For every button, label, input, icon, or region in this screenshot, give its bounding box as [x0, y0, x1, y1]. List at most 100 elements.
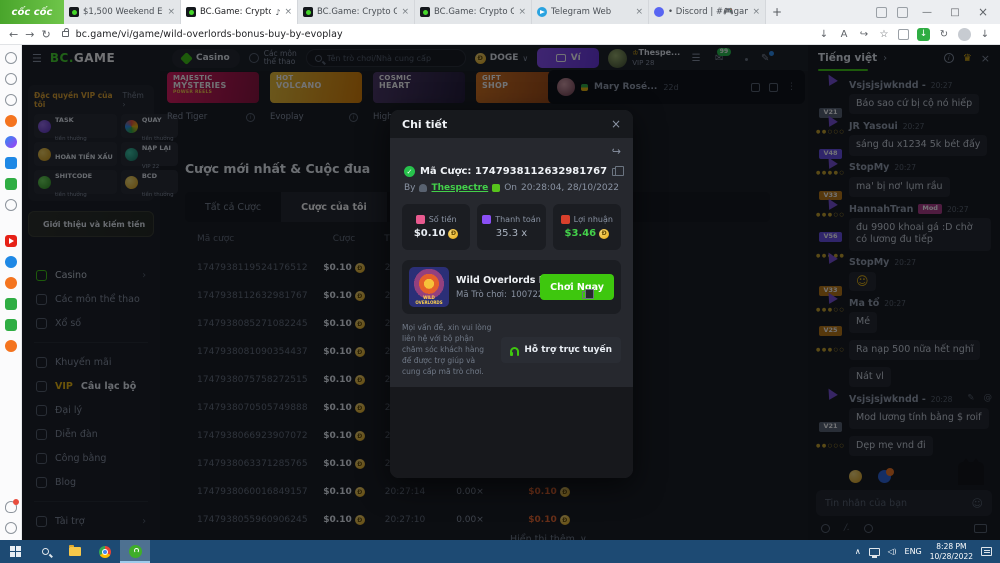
screen: cốc cốc $1,500 Weekend Evoplay Mu × BC.G… [0, 0, 1000, 563]
live-support-button[interactable]: Hỗ trợ trực tuyến [501, 337, 621, 363]
back-icon[interactable]: ← [9, 28, 18, 41]
settings-icon[interactable] [5, 52, 17, 64]
action-center-icon[interactable] [981, 547, 992, 556]
minimize-button[interactable]: — [918, 7, 936, 18]
page-viewport: ☰ BC.GAME Đặc quyền VIP của tôi Thêm › T… [22, 45, 1000, 540]
youtube-icon[interactable] [5, 235, 17, 247]
browser-tab[interactable]: Telegram Web × [532, 0, 649, 24]
bet-id-value: 1747938112632981767 [475, 166, 607, 177]
games-icon[interactable] [5, 178, 17, 190]
messenger-icon[interactable] [5, 136, 17, 148]
shop-icon[interactable] [5, 277, 17, 289]
more-icon[interactable] [5, 522, 17, 534]
bcgame-favicon [69, 7, 79, 17]
file-explorer-icon[interactable] [60, 540, 90, 563]
gift-icon[interactable] [5, 298, 17, 310]
address-bar-actions: ↓ A ↪ ☆ ↓ ↻ ↓ [818, 28, 991, 41]
payout-icon [482, 215, 491, 224]
maximize-button[interactable]: □ [946, 7, 964, 18]
share-icon[interactable]: ↪ [858, 29, 870, 40]
player-name-link[interactable]: Thespectre [431, 183, 488, 193]
tab-close-icon[interactable]: × [401, 7, 409, 17]
new-tab-button[interactable]: + [766, 0, 788, 24]
bet-details-modal: Chi tiết × ↪ ✓ Mã Cược: 1747938112632981… [390, 110, 633, 478]
facebook-icon[interactable] [5, 256, 17, 268]
browser-tab[interactable]: • Discord | #🎮games | BC G × [649, 0, 766, 24]
browser-tab[interactable]: $1,500 Weekend Evoplay Mu × [64, 0, 181, 24]
downloads-icon[interactable]: ↓ [979, 29, 991, 40]
network-icon[interactable] [869, 548, 880, 556]
verified-check-icon: ✓ [404, 166, 415, 177]
windows-taskbar: ∧ ◁) ENG 8:28 PM10/28/2022 [0, 540, 1000, 563]
language-indicator[interactable]: ENG [905, 547, 922, 556]
headset-icon [510, 347, 519, 354]
modal-header: Chi tiết × [390, 110, 633, 138]
player-icon [419, 184, 427, 192]
browser-tabs: $1,500 Weekend Evoplay Mu × BC.Game: Cry… [64, 0, 766, 24]
sync-icon[interactable]: ↻ [938, 29, 950, 40]
chrome-icon[interactable] [90, 540, 120, 563]
volume-icon[interactable]: ◁) [888, 547, 897, 556]
share-bet-icon[interactable]: ↪ [612, 146, 621, 160]
browser-tab[interactable]: BC.Game: Crypto Casino ♪ × [181, 0, 298, 24]
game-thumbnail[interactable]: WILD OVERLORDS [409, 267, 449, 307]
tab-media-icon[interactable] [876, 7, 887, 18]
reload-icon[interactable]: ↻ [41, 28, 50, 41]
tab-close-icon[interactable]: × [635, 7, 643, 17]
stat-profit: Lợi nhuận $3.46Đ [553, 204, 621, 250]
downloader-extension-icon[interactable]: ↓ [917, 28, 930, 41]
cart-icon[interactable] [5, 340, 17, 352]
system-tray: ∧ ◁) ENG 8:28 PM10/28/2022 [855, 542, 1000, 561]
hidden-icons-chevron[interactable]: ∧ [855, 547, 861, 556]
add-sidebar-icon[interactable] [5, 199, 17, 211]
browser-tab[interactable]: BC.Game: Crypto Casino Gan × [415, 0, 532, 24]
tab-close-icon[interactable]: × [752, 7, 760, 17]
discord-favicon [654, 7, 664, 17]
save-page-icon[interactable]: ↓ [818, 29, 830, 40]
telegram-favicon [537, 7, 547, 17]
browser-side-rail [0, 45, 22, 540]
copy-icon[interactable] [612, 168, 619, 176]
taskbar-clock[interactable]: 8:28 PM10/28/2022 [930, 542, 973, 561]
adblock-shield-icon[interactable] [898, 29, 909, 40]
coccoc-newsfeed-icon[interactable] [5, 115, 17, 127]
copy-icon[interactable] [582, 291, 589, 299]
bcgame-favicon [420, 7, 430, 17]
modal-title: Chi tiết [402, 118, 447, 131]
taskbar-search-icon[interactable] [30, 540, 60, 563]
game-name: Wild Overlords Bonus Buy [456, 275, 533, 286]
tab-audio-icon[interactable]: ♪ [275, 8, 280, 17]
doge-coin-icon: Đ [448, 229, 458, 239]
doge-coin-icon: Đ [599, 229, 609, 239]
history-icon[interactable] [5, 73, 17, 85]
close-icon[interactable]: × [611, 117, 621, 131]
lock-icon[interactable] [62, 31, 69, 37]
bookmark-star-icon[interactable]: ☆ [878, 29, 890, 40]
recent-tabs-icon[interactable] [897, 7, 908, 18]
translate-icon[interactable]: A [838, 29, 850, 40]
tab-close-icon[interactable]: × [284, 7, 292, 17]
promo-icon[interactable] [5, 319, 17, 331]
tab-close-icon[interactable]: × [518, 7, 526, 17]
coccoc-taskbar-icon[interactable] [120, 540, 150, 563]
support-note: Mọi vấn đề, xin vui lòng liên hệ với bộ … [402, 323, 493, 377]
game-card: WILD OVERLORDS Wild Overlords Bonus Buy … [402, 260, 621, 314]
notification-bell-icon[interactable] [5, 501, 17, 513]
vip-emblem-icon [492, 184, 500, 192]
bcgame-favicon [186, 7, 196, 17]
close-window-button[interactable]: × [974, 5, 992, 19]
modal-body: ↪ ✓ Mã Cược: 1747938112632981767 By Thes… [390, 138, 633, 387]
tab-close-icon[interactable]: × [167, 7, 175, 17]
url-text[interactable]: bc.game/vi/game/wild-overlords-bonus-buy… [76, 29, 343, 40]
play-now-button[interactable]: Chơi Ngay [540, 274, 614, 300]
window-controls: — □ × [876, 0, 1000, 24]
browser-tab[interactable]: BC.Game: Crypto Casino Gan × [298, 0, 415, 24]
zalo-icon[interactable] [5, 157, 17, 169]
reading-list-icon[interactable] [5, 94, 17, 106]
modal-empty-area [390, 387, 633, 478]
browser-profile-icon[interactable] [958, 28, 971, 41]
stat-payout: Thanh toán 35.3 x [477, 204, 545, 250]
start-button[interactable] [0, 540, 30, 563]
forward-icon[interactable]: → [25, 28, 34, 41]
coccoc-logo[interactable]: cốc cốc [0, 0, 64, 24]
